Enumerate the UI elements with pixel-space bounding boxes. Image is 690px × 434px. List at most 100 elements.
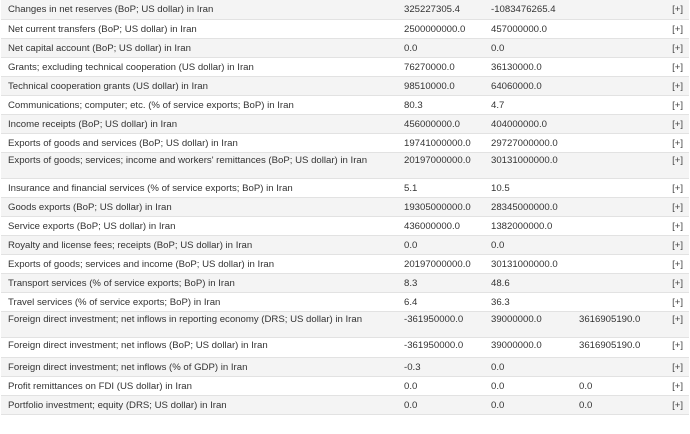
value-cell: 19305000000.0 <box>400 197 487 217</box>
expand-link[interactable]: [+] <box>652 254 689 274</box>
indicator-label: Foreign direct investment; net inflows i… <box>1 311 400 338</box>
expand-link[interactable]: [+] <box>652 337 689 358</box>
value-cell: 4.7 <box>487 95 575 115</box>
expand-link[interactable]: [+] <box>652 273 689 293</box>
value-cell: -0.3 <box>400 357 487 377</box>
value-cell: -361950000.0 <box>400 311 487 338</box>
expand-link[interactable]: [+] <box>652 395 689 415</box>
table-row: Goods exports (BoP; US dollar) in Iran 19… <box>1 197 689 217</box>
expand-link[interactable]: [+] <box>652 152 689 179</box>
value-cell: 10.5 <box>487 178 575 198</box>
table-row: Royalty and license fees; receipts (BoP;… <box>1 235 689 255</box>
value-cell: 0.0 <box>487 38 575 58</box>
value-cell: -1083476265.4 <box>487 0 575 20</box>
table-row: Travel services (% of service exports; B… <box>1 292 689 312</box>
value-cell: 456000000.0 <box>400 114 487 134</box>
value-cell: 28345000000.0 <box>487 197 575 217</box>
table-row: Foreign direct investment; net inflows i… <box>1 311 689 338</box>
value-cell: 0.0 <box>575 395 652 415</box>
value-cell <box>575 178 652 198</box>
value-cell: 20197000000.0 <box>400 254 487 274</box>
table-row: Income receipts (BoP; US dollar) in Iran… <box>1 114 689 134</box>
indicator-label: Service exports (BoP; US dollar) in Iran <box>1 216 400 236</box>
expand-link[interactable]: [+] <box>652 114 689 134</box>
value-cell: 0.0 <box>487 357 575 377</box>
expand-link[interactable]: [+] <box>652 357 689 377</box>
indicator-label: Profit remittances on FDI (US dollar) in… <box>1 376 400 396</box>
indicator-label: Net capital account (BoP; US dollar) in … <box>1 38 400 58</box>
table-row: Foreign direct investment; net inflows (… <box>1 337 689 358</box>
indicator-label: Royalty and license fees; receipts (BoP;… <box>1 235 400 255</box>
indicator-label: Income receipts (BoP; US dollar) in Iran <box>1 114 400 134</box>
value-cell <box>575 235 652 255</box>
expand-link[interactable]: [+] <box>652 0 689 20</box>
indicator-label: Foreign direct investment; net inflows (… <box>1 337 400 358</box>
value-cell: 3616905190.0 <box>575 311 652 338</box>
indicator-table-body: Changes in net reserves (BoP; US dollar)… <box>1 0 689 415</box>
value-cell <box>575 57 652 77</box>
value-cell: 436000000.0 <box>400 216 487 236</box>
table-row: Changes in net reserves (BoP; US dollar)… <box>1 0 689 20</box>
value-cell <box>575 197 652 217</box>
value-cell <box>575 76 652 96</box>
indicator-label: Technical cooperation grants (US dollar)… <box>1 76 400 96</box>
table-row: Profit remittances on FDI (US dollar) in… <box>1 376 689 396</box>
expand-link[interactable]: [+] <box>652 216 689 236</box>
value-cell: 6.4 <box>400 292 487 312</box>
table-row: Transport services (% of service exports… <box>1 273 689 293</box>
table-row: Foreign direct investment; net inflows (… <box>1 357 689 377</box>
indicator-label: Exports of goods; services; income and w… <box>1 152 400 179</box>
value-cell: 404000000.0 <box>487 114 575 134</box>
value-cell: 30131000000.0 <box>487 152 575 179</box>
table-row: Insurance and financial services (% of s… <box>1 178 689 198</box>
value-cell: 0.0 <box>400 38 487 58</box>
expand-link[interactable]: [+] <box>652 178 689 198</box>
value-cell <box>575 357 652 377</box>
value-cell: 325227305.4 <box>400 0 487 20</box>
value-cell <box>575 152 652 179</box>
table-row: Net current transfers (BoP; US dollar) i… <box>1 19 689 39</box>
value-cell: 457000000.0 <box>487 19 575 39</box>
table-row: Service exports (BoP; US dollar) in Iran… <box>1 216 689 236</box>
indicator-label: Transport services (% of service exports… <box>1 273 400 293</box>
table-row: Exports of goods and services (BoP; US d… <box>1 133 689 153</box>
value-cell <box>575 95 652 115</box>
expand-link[interactable]: [+] <box>652 38 689 58</box>
value-cell: 39000000.0 <box>487 337 575 358</box>
value-cell <box>575 273 652 293</box>
expand-link[interactable]: [+] <box>652 235 689 255</box>
indicator-label: Net current transfers (BoP; US dollar) i… <box>1 19 400 39</box>
expand-link[interactable]: [+] <box>652 19 689 39</box>
value-cell: 2500000000.0 <box>400 19 487 39</box>
value-cell <box>575 114 652 134</box>
table-row: Net capital account (BoP; US dollar) in … <box>1 38 689 58</box>
table-row: Exports of goods; services; income and w… <box>1 152 689 179</box>
expand-link[interactable]: [+] <box>652 133 689 153</box>
indicator-label: Portfolio investment; equity (DRS; US do… <box>1 395 400 415</box>
value-cell: 76270000.0 <box>400 57 487 77</box>
table-row: Technical cooperation grants (US dollar)… <box>1 76 689 96</box>
value-cell: 0.0 <box>487 235 575 255</box>
indicator-label: Exports of goods; services and income (B… <box>1 254 400 274</box>
value-cell <box>575 19 652 39</box>
expand-link[interactable]: [+] <box>652 292 689 312</box>
value-cell: 48.6 <box>487 273 575 293</box>
value-cell <box>575 292 652 312</box>
value-cell <box>575 216 652 236</box>
expand-link[interactable]: [+] <box>652 95 689 115</box>
expand-link[interactable]: [+] <box>652 76 689 96</box>
value-cell: 39000000.0 <box>487 311 575 338</box>
value-cell: 80.3 <box>400 95 487 115</box>
value-cell <box>575 38 652 58</box>
expand-link[interactable]: [+] <box>652 376 689 396</box>
table-row: Portfolio investment; equity (DRS; US do… <box>1 395 689 415</box>
expand-link[interactable]: [+] <box>652 311 689 338</box>
table-row: Exports of goods; services and income (B… <box>1 254 689 274</box>
indicator-label: Changes in net reserves (BoP; US dollar)… <box>1 0 400 20</box>
value-cell: 5.1 <box>400 178 487 198</box>
expand-link[interactable]: [+] <box>652 197 689 217</box>
value-cell: 1382000000.0 <box>487 216 575 236</box>
expand-link[interactable]: [+] <box>652 57 689 77</box>
value-cell: 36130000.0 <box>487 57 575 77</box>
value-cell: 0.0 <box>487 395 575 415</box>
